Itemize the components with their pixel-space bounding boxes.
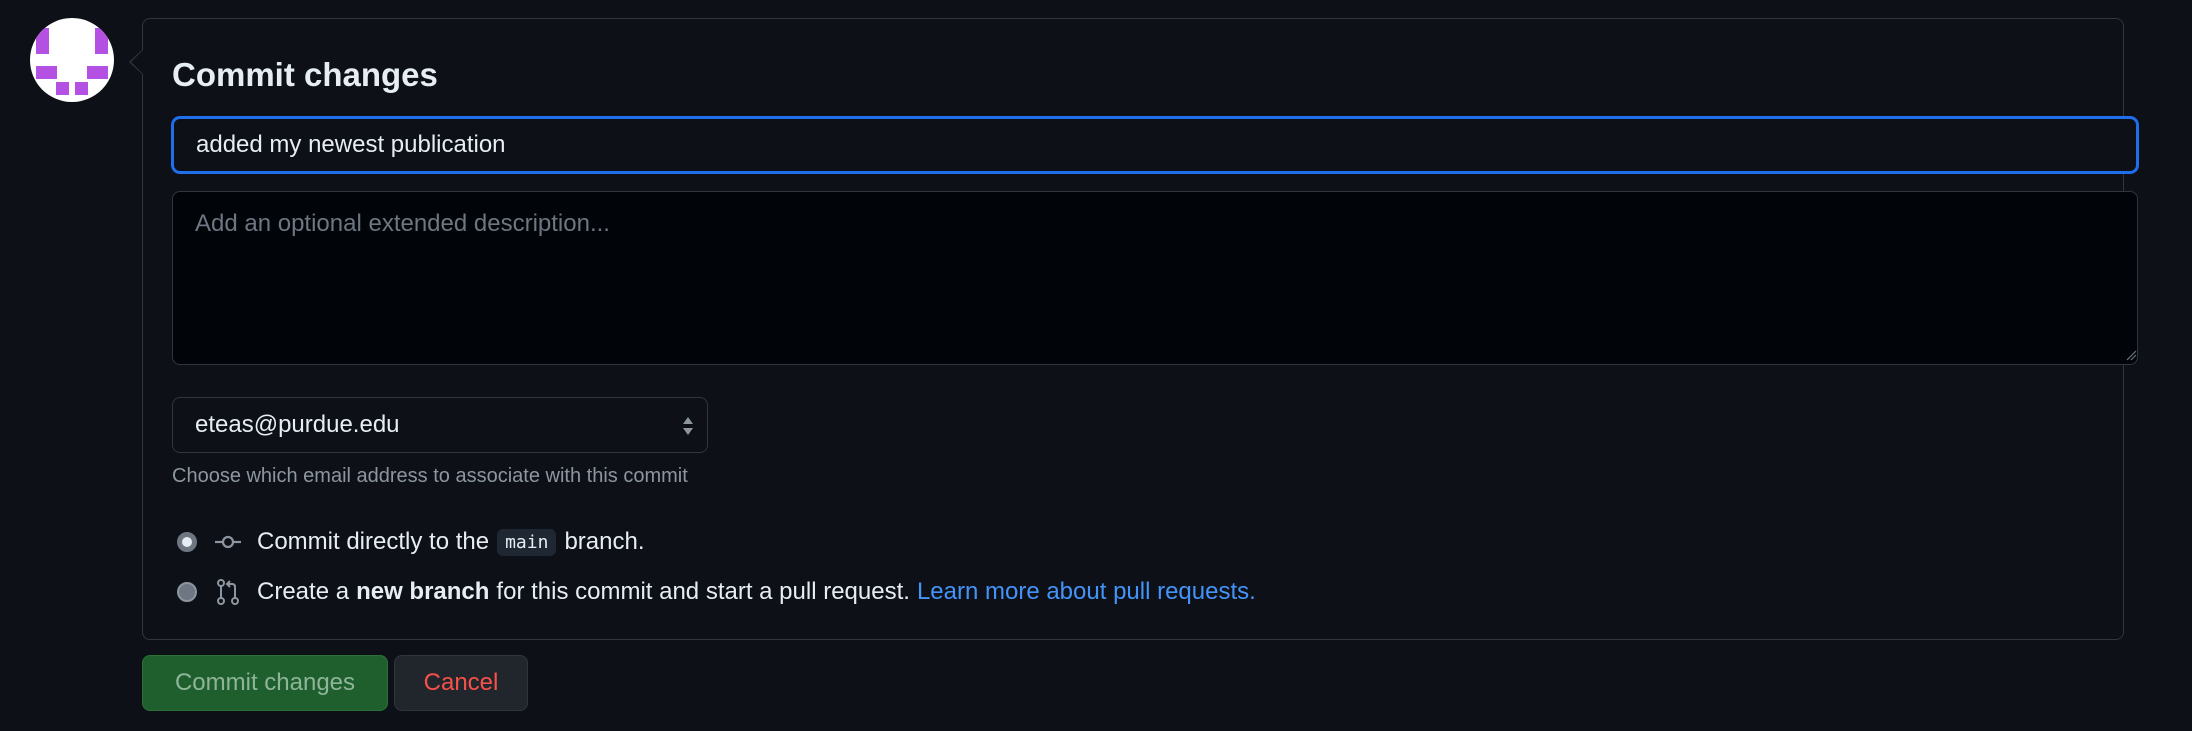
avatar-pixel [95, 41, 108, 54]
commit-direct-text: Commit directly to the [257, 528, 490, 555]
avatar-pixel [44, 66, 57, 79]
avatar-pixel [36, 41, 49, 54]
new-branch-option[interactable]: Create a new branch for this commit and … [177, 577, 1256, 607]
git-pull-request-icon [217, 579, 239, 605]
select-arrows-icon [683, 417, 693, 435]
pull-requests-help-link[interactable]: Learn more about pull requests. [917, 578, 1256, 606]
new-branch-suffix: for this commit and start a pull request… [496, 578, 910, 605]
avatar-pixel [56, 82, 69, 95]
avatar-pixel [36, 28, 49, 41]
avatar-pixel [100, 66, 108, 79]
avatar-pixel [95, 28, 108, 41]
new-branch-radio[interactable] [177, 582, 197, 602]
commit-direct-suffix: branch. [564, 528, 645, 555]
branch-name-chip: main [497, 528, 557, 556]
commit-summary-input[interactable] [172, 117, 2138, 173]
avatar-pixel [87, 66, 100, 79]
new-branch-bold: new branch [356, 578, 490, 605]
commit-direct-radio[interactable] [177, 532, 197, 552]
resize-grip-icon[interactable] [2125, 349, 2137, 361]
commit-changes-button[interactable]: Commit changes [142, 655, 388, 711]
email-select-value: eteas@purdue.edu [195, 411, 400, 438]
avatar[interactable] [30, 18, 114, 102]
cancel-button[interactable]: Cancel [394, 655, 528, 711]
commit-panel: Commit changes eteas@purdue.edu Choose w… [129, 18, 2138, 640]
new-branch-prefix: Create a [257, 578, 350, 605]
avatar-pixel [36, 66, 44, 79]
avatar-pixel [75, 82, 88, 95]
email-hint: Choose which email address to associate … [172, 465, 688, 487]
commit-description-textarea[interactable] [172, 191, 2138, 365]
git-commit-icon [215, 535, 241, 549]
commit-title: Commit changes [172, 56, 438, 93]
email-select[interactable]: eteas@purdue.edu [172, 397, 708, 453]
commit-direct-option[interactable]: Commit directly to the main branch. [177, 527, 645, 557]
